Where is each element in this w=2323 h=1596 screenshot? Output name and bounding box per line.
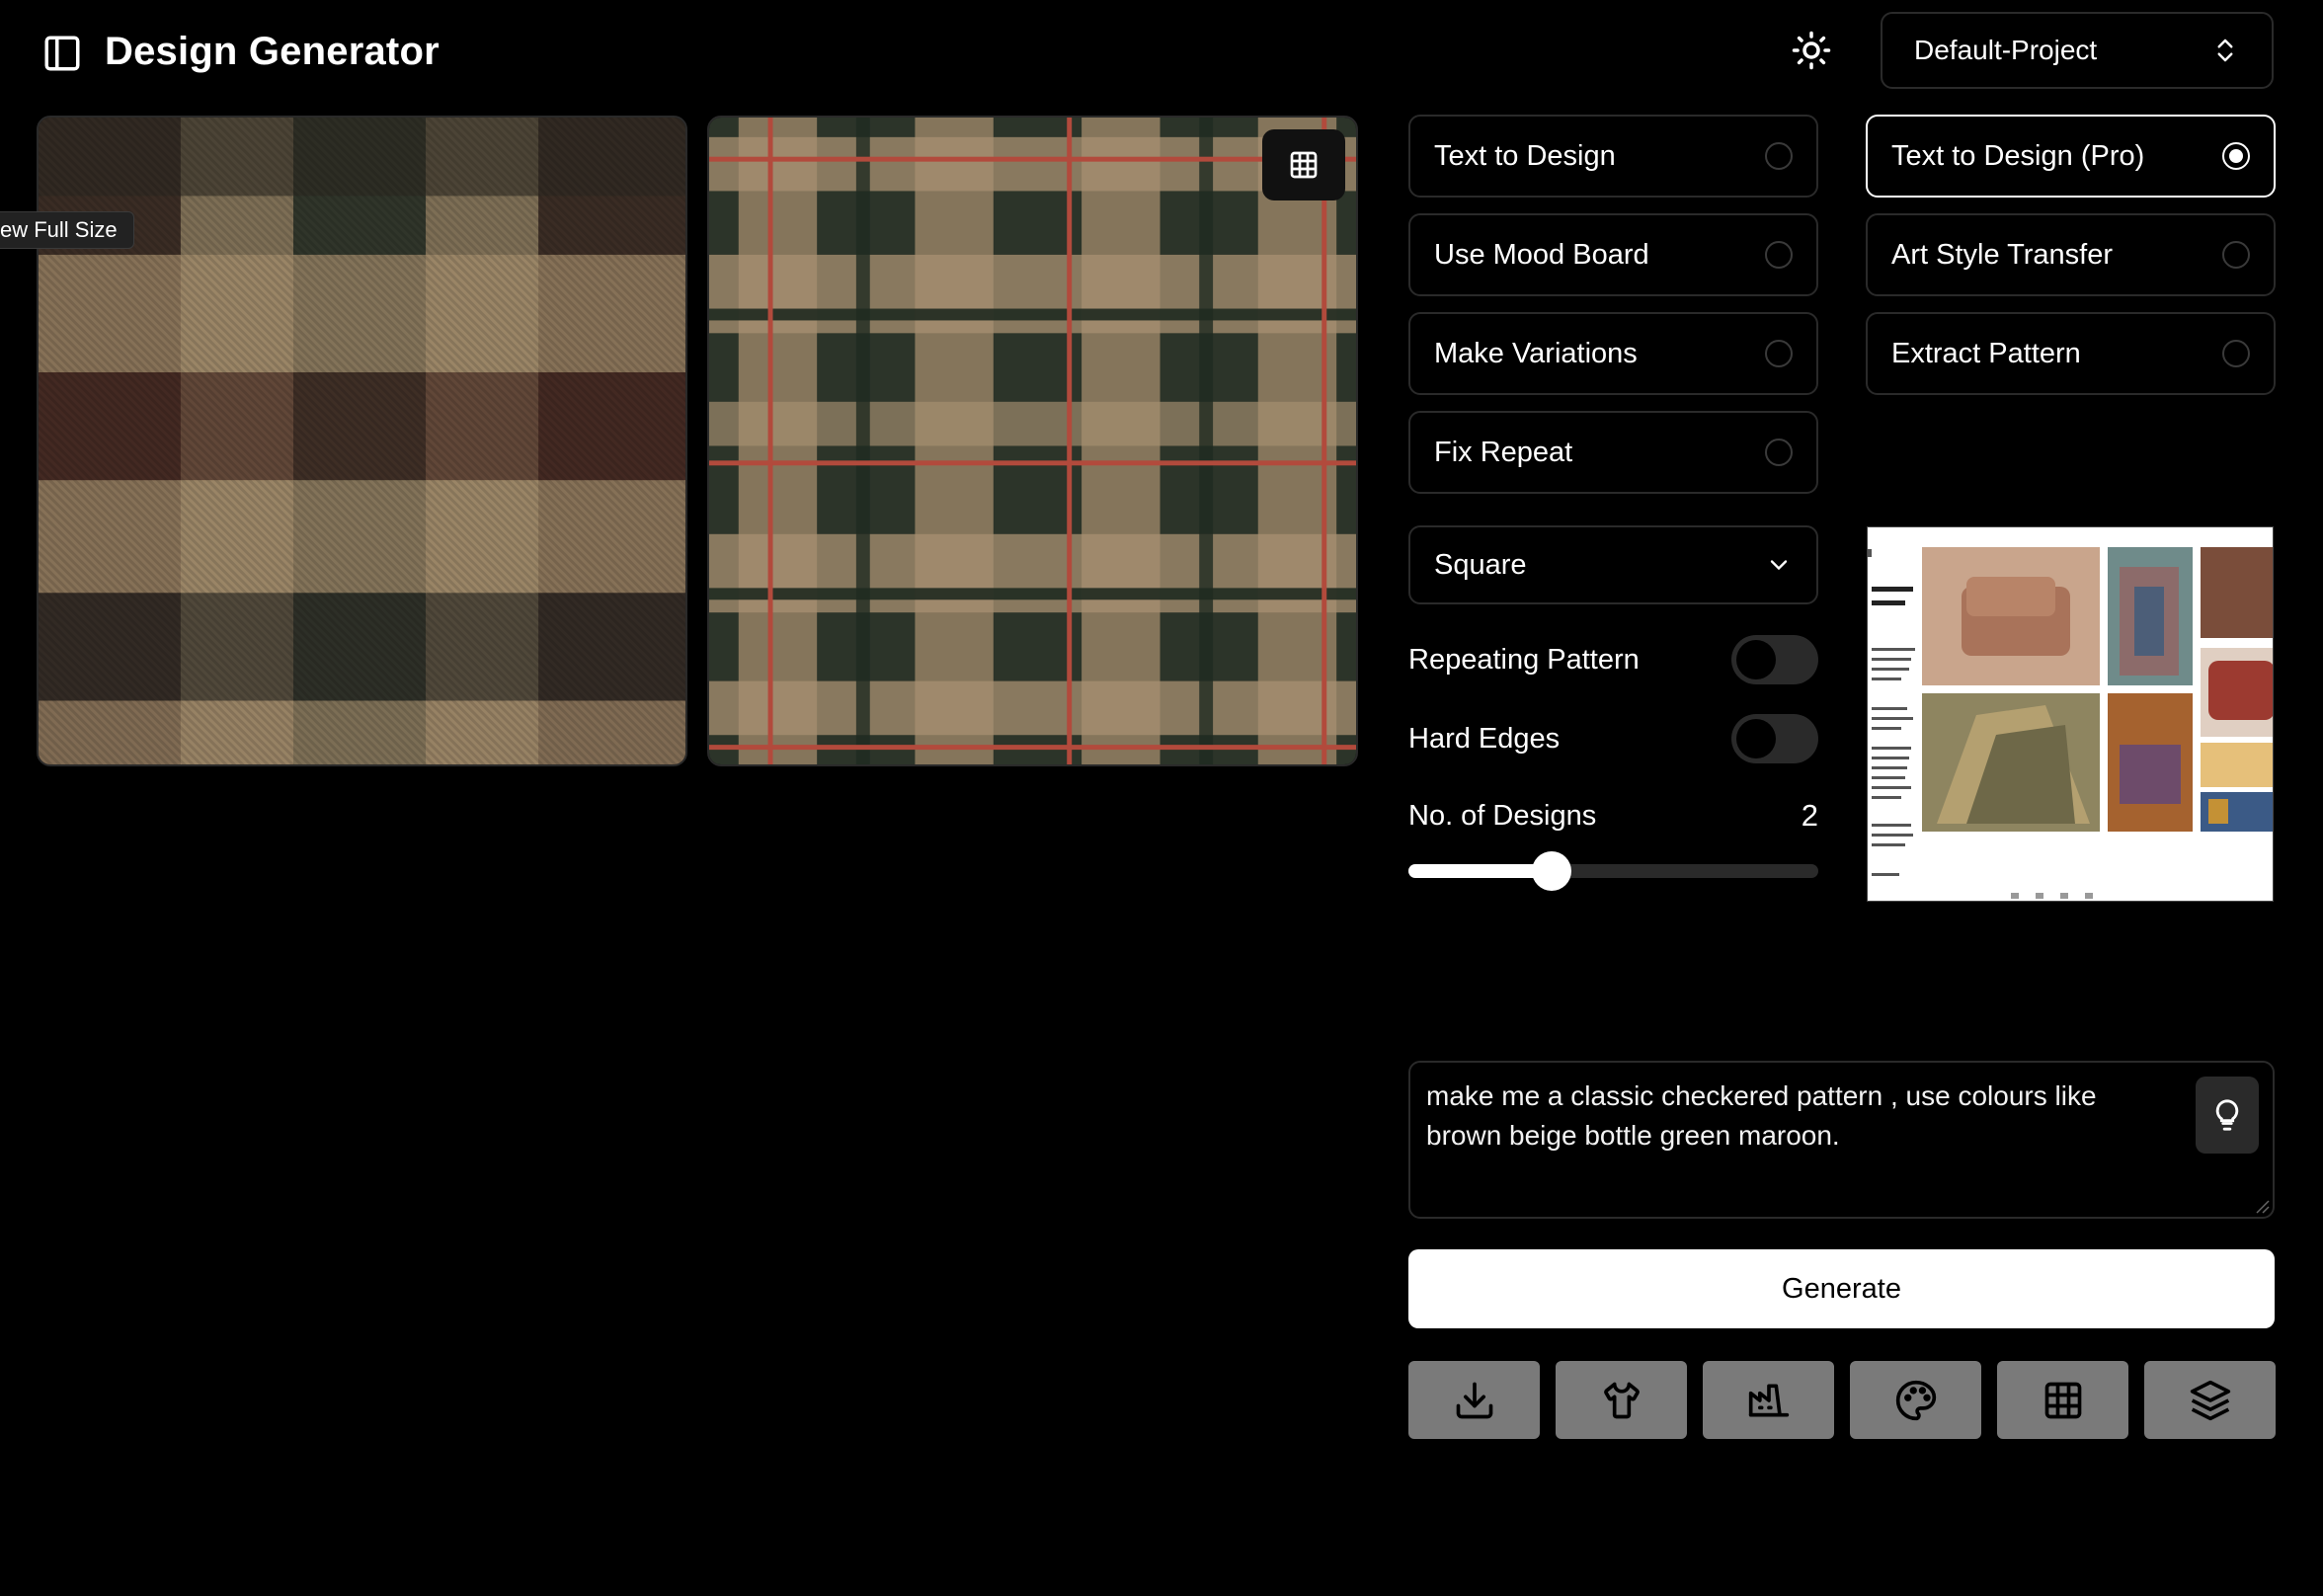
grid-icon [1290,151,1318,179]
hard-edges-label: Hard Edges [1408,722,1561,755]
mode-label: Use Mood Board [1434,238,1649,271]
mode-label: Text to Design (Pro) [1891,139,2145,172]
generate-button[interactable]: Generate [1408,1249,2275,1328]
mode-text-to-design-pro[interactable]: Text to Design (Pro) [1866,115,2276,198]
layers-icon [2190,1380,2230,1420]
chevrons-up-down-icon [2217,39,2233,62]
radio-indicator [2222,142,2250,170]
designs-count-slider[interactable] [1408,851,1818,891]
radio-indicator [2222,241,2250,269]
mode-label: Fix Repeat [1434,436,1573,468]
mode-fix-repeat[interactable]: Fix Repeat [1408,411,1818,494]
project-select-value: Default-Project [1914,35,2098,65]
repeating-pattern-row: Repeating Pattern [1408,635,1818,684]
view-full-size-tooltip: ew Full Size [0,211,134,249]
theme-toggle-button[interactable] [1791,30,1832,71]
mode-label: Extract Pattern [1891,337,2081,369]
mode-text-to-design[interactable]: Text to Design [1408,115,1818,198]
sidebar-toggle-button[interactable] [41,33,83,74]
tile-preview-button[interactable] [1262,129,1345,200]
slider-fill [1408,864,1553,878]
design-image-tartan [709,118,1356,764]
radio-indicator [2222,340,2250,367]
mood-board-preview[interactable] [1867,526,2274,902]
prompt-textarea[interactable]: make me a classic checkered pattern , us… [1408,1061,2275,1219]
radio-indicator [1765,439,1793,466]
aspect-ratio-select[interactable]: Square [1408,525,1818,604]
slider-thumb[interactable] [1532,851,1572,891]
factory-icon [1748,1384,1789,1416]
mode-label: Make Variations [1434,337,1638,369]
chevron-down-icon [1770,560,1788,571]
mode-label: Text to Design [1434,139,1616,172]
repeating-pattern-label: Repeating Pattern [1408,643,1640,676]
color-palette-button[interactable] [1850,1361,1981,1439]
sun-icon [1792,31,1831,70]
app-title: Design Generator [105,30,440,73]
designs-count-label: No. of Designs [1408,800,1597,832]
mode-extract-pattern[interactable]: Extract Pattern [1866,312,2276,395]
design-image-check [39,118,685,764]
sidebar-panel-icon [44,36,80,71]
download-button[interactable] [1408,1361,1540,1439]
mode-label: Art Style Transfer [1891,238,2114,271]
aspect-ratio-value: Square [1434,548,1527,581]
mode-use-mood-board[interactable]: Use Mood Board [1408,213,1818,296]
download-icon [1456,1382,1492,1418]
layers-button[interactable] [2144,1361,2276,1439]
hard-edges-toggle[interactable] [1731,714,1818,763]
lightbulb-icon [2215,1099,2239,1131]
apparel-mockup-button[interactable] [1556,1361,1687,1439]
grid-icon [2044,1382,2081,1418]
radio-indicator [1765,241,1793,269]
palette-icon [1895,1380,1936,1420]
mood-board-image [1868,527,2273,901]
prompt-ideas-button[interactable] [2196,1077,2259,1154]
generated-design-2[interactable] [707,116,1358,766]
tile-grid-button[interactable] [1997,1361,2128,1439]
hard-edges-row: Hard Edges [1408,714,1818,763]
shirt-icon [1603,1382,1640,1418]
generated-design-1[interactable] [37,116,687,766]
repeating-pattern-toggle[interactable] [1731,635,1818,684]
prompt-text[interactable]: make me a classic checkered pattern , us… [1426,1077,2177,1156]
designs-count-value: 2 [1801,798,1818,833]
radio-indicator [1765,142,1793,170]
mode-make-variations[interactable]: Make Variations [1408,312,1818,395]
production-button[interactable] [1703,1361,1834,1439]
radio-indicator [1765,340,1793,367]
project-select[interactable]: Default-Project [1881,12,2274,89]
mode-art-style-transfer[interactable]: Art Style Transfer [1866,213,2276,296]
resize-handle-icon[interactable] [2253,1197,2271,1215]
